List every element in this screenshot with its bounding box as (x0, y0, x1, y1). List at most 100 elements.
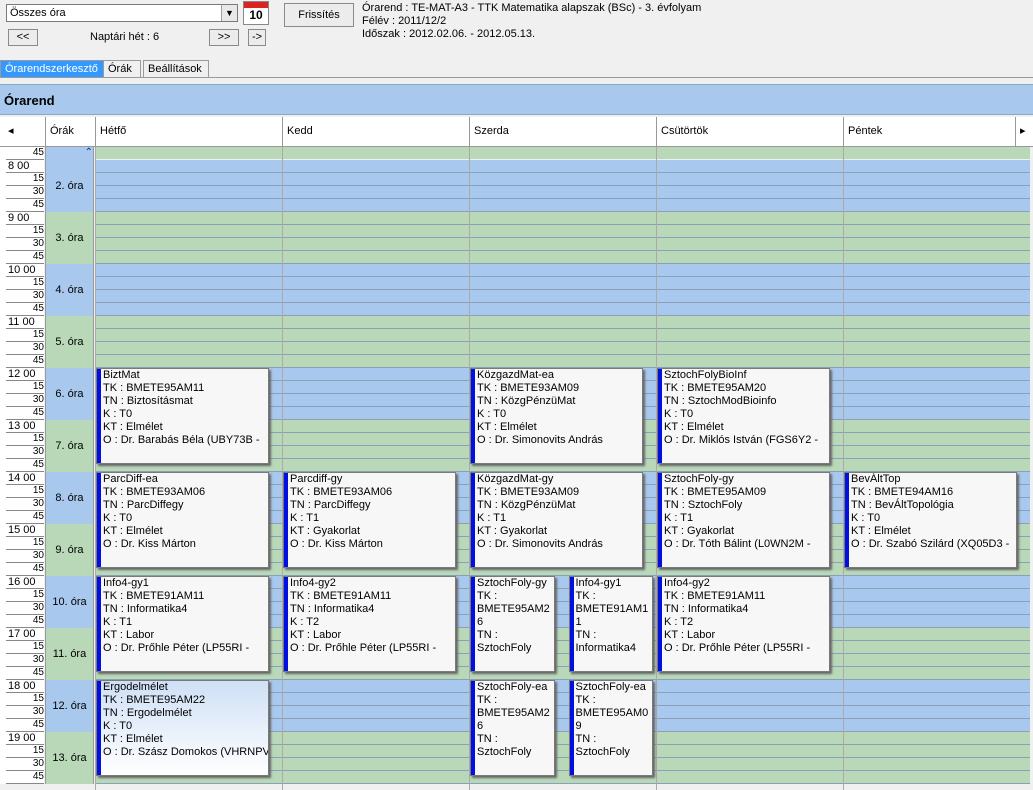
course-card[interactable]: SztochFoly-gy TK : BMETE95AM2 6 TN : SztochFo… (470, 576, 555, 672)
day-band[interactable] (95, 329, 1030, 342)
day-band[interactable] (95, 160, 1030, 173)
column-wednesday: Szerda (469, 117, 656, 146)
course-card[interactable]: Info4-gy1 TK : BMETE91AM1 1 TN : Informatika4 (568, 576, 653, 672)
timetable-grid[interactable]: 45 8 00 15 30 45 9 00 15 30 45 10 00 15 30 45 11 00 15… (0, 147, 1030, 790)
day-band[interactable] (95, 212, 1030, 225)
day-band[interactable] (95, 316, 1030, 329)
card-line: KT : Gyakorlat (290, 525, 361, 537)
calendar-icon[interactable]: 10 (243, 1, 269, 25)
card-line: O : Dr. Tóth Bálint (L0WN2M - (664, 538, 811, 550)
course-card[interactable]: SztochFoly-gy TK : BMETE95AM09 TN : Sztoch… (657, 472, 830, 568)
day-band[interactable] (95, 147, 1030, 159)
card-line: BMETE91AM1 (575, 603, 649, 615)
course-card[interactable]: SztochFoly-ea TK : BMETE95AM0 9 TN : SztochFo… (568, 680, 653, 776)
course-card[interactable]: KözgazdMat-ea TK : BMETE93AM09 TN : KözgPé… (470, 368, 643, 464)
day-band[interactable] (95, 277, 1030, 290)
hour-filter-value: Összes óra (10, 7, 66, 19)
timetable-panel-header: Órarend (0, 84, 1033, 115)
calendar-day: 10 (249, 8, 263, 22)
card-title: Info4-gy1 (103, 577, 149, 589)
card-line: O : Dr. Kiss Márton (290, 538, 383, 550)
card-line: SztochFoly (575, 746, 630, 758)
card-line: KT : Elmélet (103, 733, 163, 745)
ora-label: 5. óra (45, 316, 94, 368)
timetable-info: Órarend : TE-MAT-A3 - TTK Matematika ala… (362, 2, 701, 41)
card-line: O : Dr. Barabás Béla (UBY73B - (103, 434, 260, 446)
card-line: TK : BMETE95AM11 (103, 382, 205, 394)
card-accent (471, 681, 475, 775)
card-title: SztochFoly-gy (664, 473, 734, 485)
refresh-button[interactable]: Frissítés (284, 3, 354, 27)
card-line: KT : Gyakorlat (664, 525, 735, 537)
course-card[interactable]: Info4-gy2 TK : BMETE91AM11 TN : Informatik… (283, 576, 456, 672)
course-card[interactable]: Info4-gy1 TK : BMETE91AM11 TN : Informatik… (96, 576, 269, 672)
day-band[interactable] (95, 251, 1030, 264)
card-title: SztochFoly-ea (477, 681, 548, 693)
card-line: 1 (575, 616, 582, 628)
course-card[interactable]: ParcDiff-ea TK : BMETE93AM06 TN : ParcDiff… (96, 472, 269, 568)
course-card[interactable]: SztochFolyBioInf TK : BMETE95AM20 TN : Szt… (657, 368, 830, 464)
card-line: TK : (477, 590, 498, 602)
scroll-right-icon[interactable]: ▸ (1015, 117, 1033, 146)
week-label: Naptári hét : 6 (90, 31, 160, 43)
tab-settings[interactable]: Beállítások (143, 60, 209, 77)
card-line: TK : BMETE94AM16 (851, 486, 954, 498)
card-accent (471, 369, 475, 463)
card-line: TN : ParcDiffegy (290, 499, 371, 511)
day-separator (656, 147, 657, 790)
tab-hours[interactable]: Órák (103, 60, 141, 77)
card-accent (845, 473, 849, 567)
card-accent (569, 577, 574, 671)
card-line: O : Dr. Szabó Szilárd (XQ05D3 - (851, 538, 1010, 550)
day-band[interactable] (95, 173, 1030, 186)
day-band[interactable] (95, 355, 1030, 368)
tab-timetable-editor[interactable]: Órarendszerkesztő (0, 60, 104, 77)
card-line: SztochFoly (477, 746, 532, 758)
panel-title: Órarend (4, 93, 55, 108)
column-tuesday: Kedd (282, 117, 469, 146)
next-week-button[interactable]: >> (209, 29, 239, 46)
tab-divider (0, 77, 1033, 78)
ora-label: 8. óra (45, 472, 94, 524)
row-divider (6, 783, 44, 784)
ora-label: 10. óra (45, 576, 94, 628)
card-accent (97, 369, 101, 463)
hour-filter-select[interactable]: Összes óra ▼ (6, 4, 238, 22)
day-band[interactable] (95, 290, 1030, 303)
day-band[interactable] (95, 342, 1030, 355)
prev-week-button[interactable]: << (8, 29, 38, 46)
card-line: 6 (477, 720, 484, 732)
card-line: TN : Informatika4 (664, 603, 749, 615)
card-title: Info4-gy2 (664, 577, 710, 589)
course-card[interactable]: KözgazdMat-gy TK : BMETE93AM09 TN : KözgPé… (470, 472, 643, 568)
card-line: TK : BMETE91AM11 (290, 590, 392, 602)
day-band[interactable] (95, 186, 1030, 199)
card-line: BMETE95AM2 (477, 603, 550, 615)
course-card[interactable]: Ergodelmélet TK : BMETE95AM22 TN : Ergodel… (96, 680, 269, 776)
card-accent (658, 369, 662, 463)
day-band[interactable] (95, 225, 1030, 238)
course-card[interactable]: Info4-gy2 TK : BMETE91AM11 TN : Informatik… (657, 576, 830, 672)
card-line: K : T1 (103, 616, 133, 628)
card-line: O : Dr. Prőhle Péter (LP55RI - (290, 642, 437, 654)
course-card[interactable]: Parcdiff-gy TK : BMETE93AM06 TN : ParcDiff… (283, 472, 456, 568)
day-band[interactable] (95, 238, 1030, 251)
course-card[interactable]: SztochFoly-ea TK : BMETE95AM2 6 TN : SztochFo… (470, 680, 555, 776)
course-card[interactable]: BiztMat TK : BMETE95AM11 TN : Biztosításma… (96, 368, 269, 464)
ora-label: 11. óra (45, 628, 94, 680)
ora-label: 4. óra (45, 264, 94, 316)
card-line: KT : Labor (103, 629, 155, 641)
card-line: TN : (575, 629, 597, 641)
day-band[interactable] (95, 264, 1030, 277)
last-week-button[interactable]: -> (248, 29, 266, 46)
day-band[interactable] (95, 199, 1030, 212)
day-band[interactable] (95, 303, 1030, 316)
scroll-left-icon[interactable]: ◂ (0, 117, 45, 146)
collapse-icon[interactable]: ⌃ (45, 147, 94, 160)
card-accent (284, 473, 288, 567)
card-line: TN : Ergodelmélet (103, 707, 192, 719)
course-card[interactable]: BevÁltTop TK : BMETE94AM16 TN : BevÁltTopo… (844, 472, 1017, 568)
card-line: KT : Elmélet (103, 421, 163, 433)
chevron-down-icon[interactable]: ▼ (221, 5, 237, 21)
card-accent (471, 577, 475, 671)
